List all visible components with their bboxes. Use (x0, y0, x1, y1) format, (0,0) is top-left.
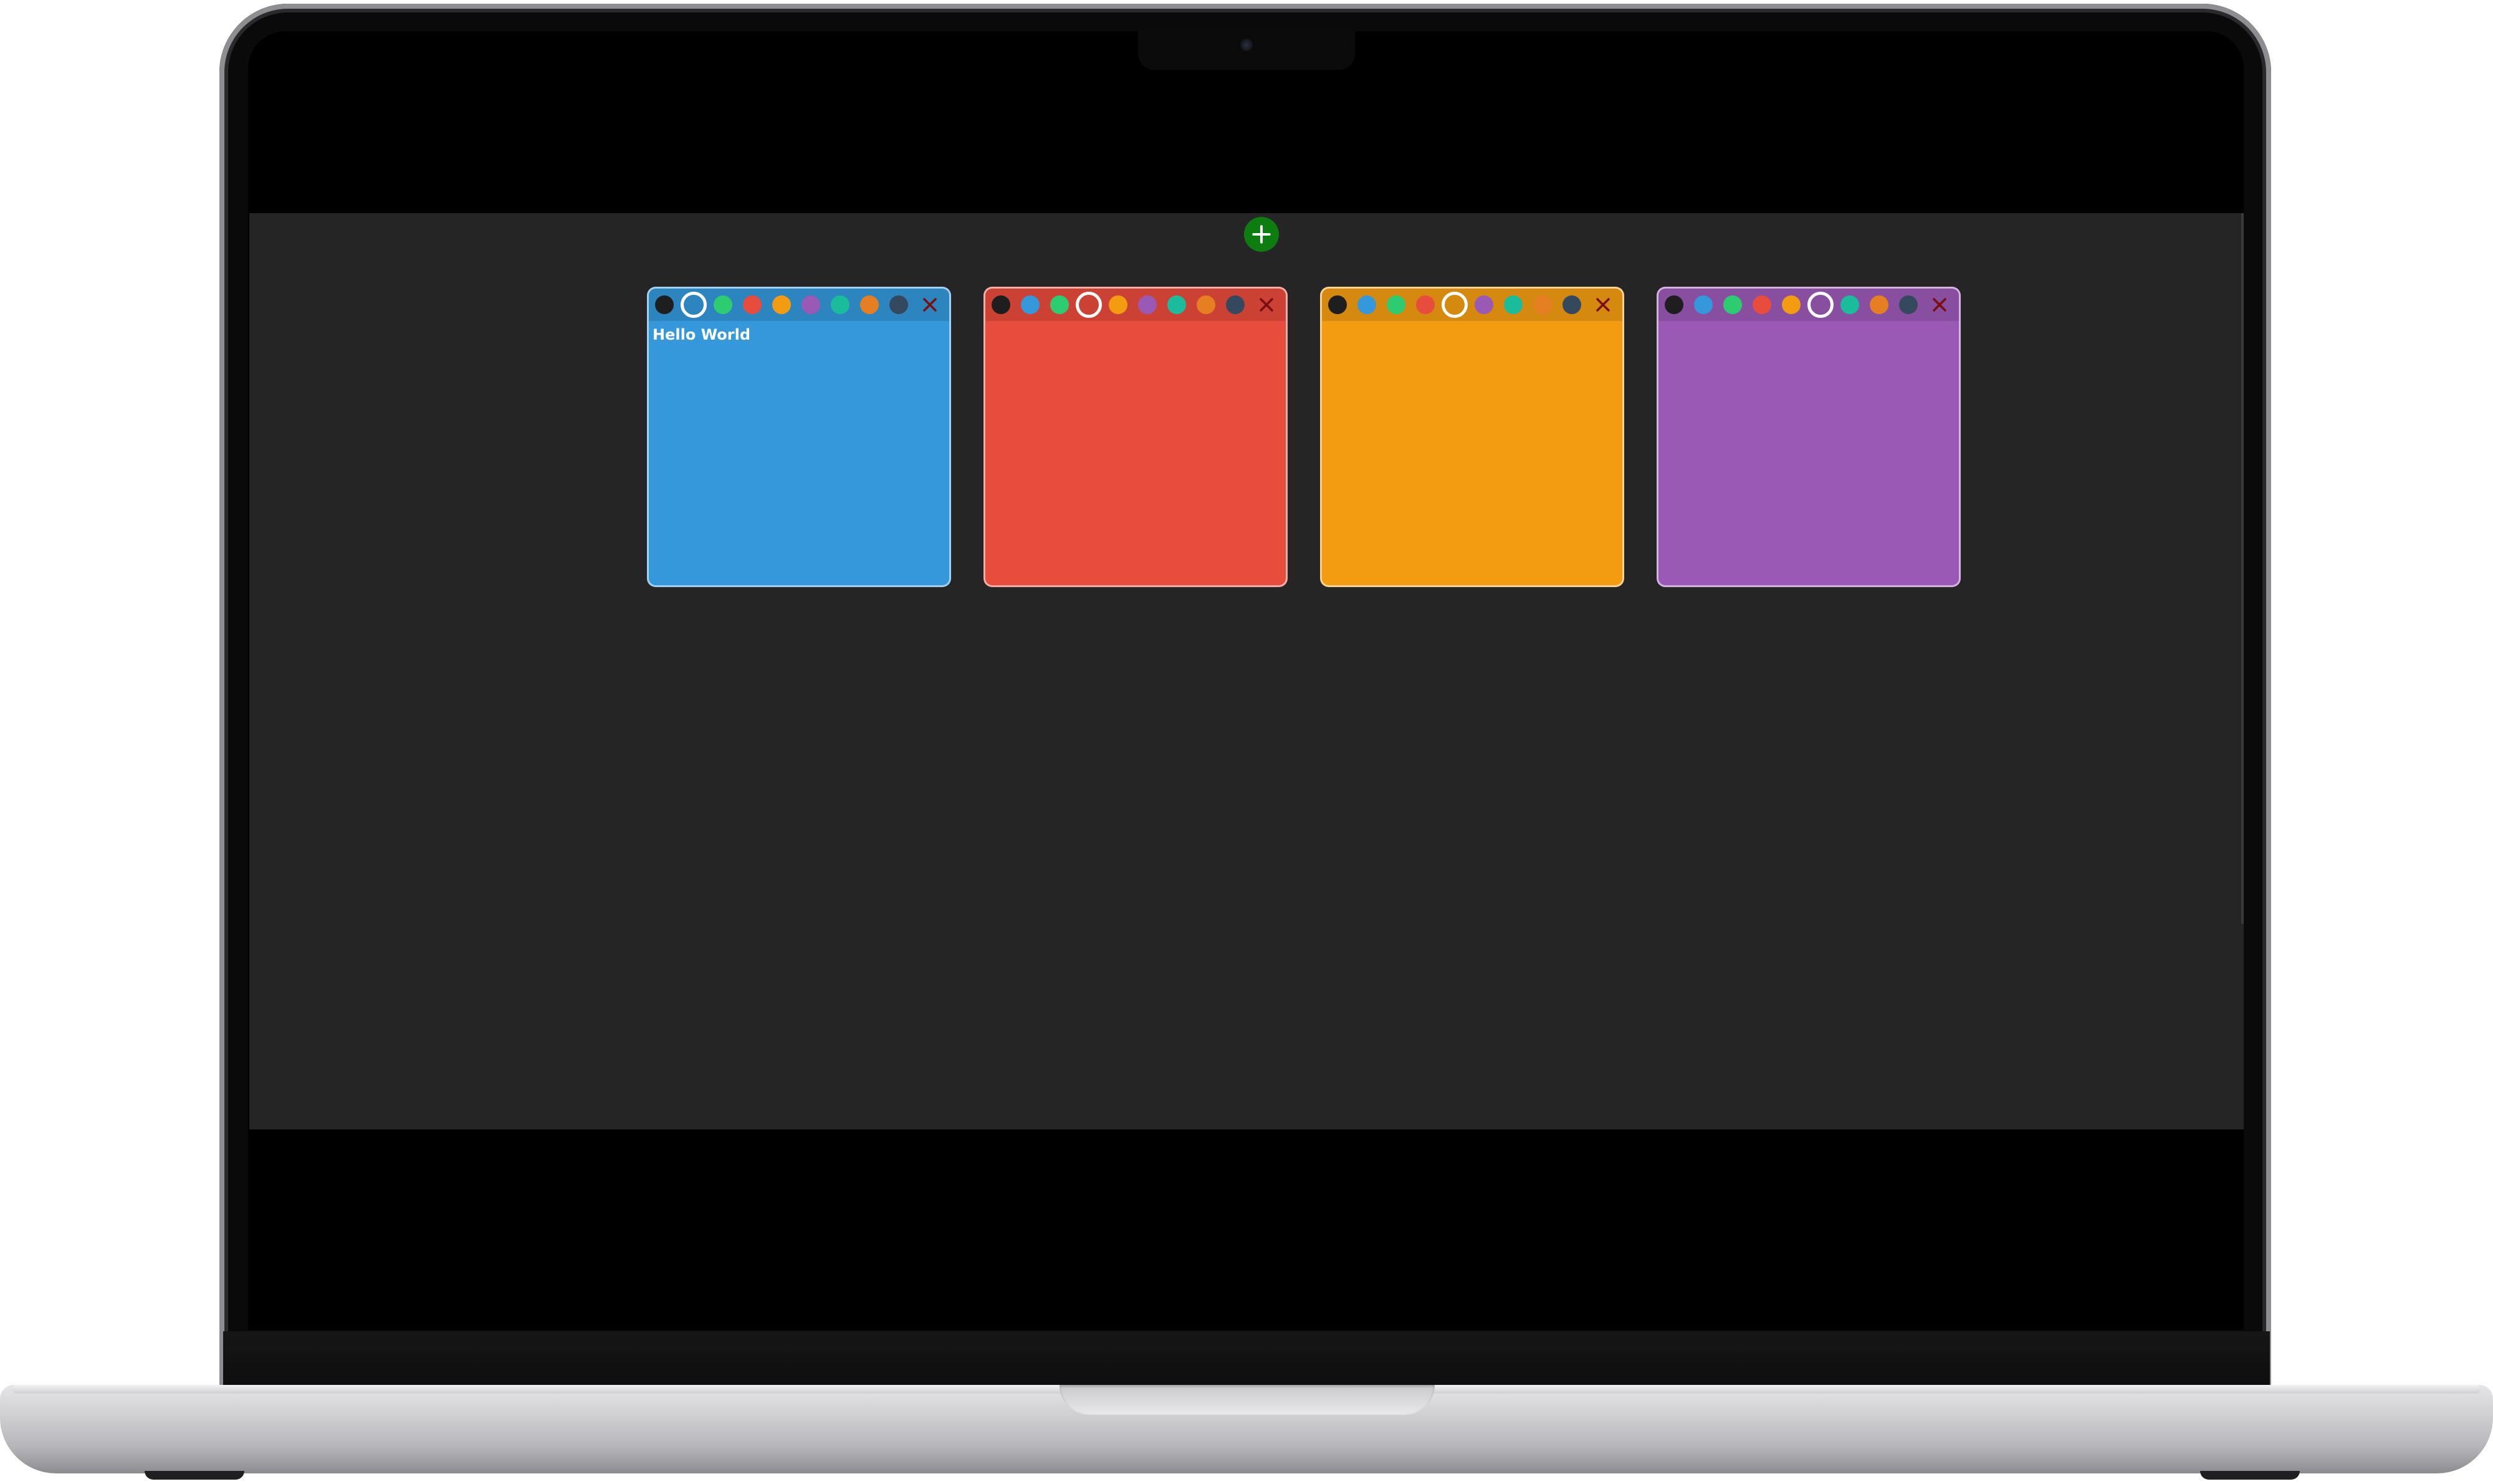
color-swatch-yellow[interactable] (1442, 292, 1468, 318)
color-swatch-green[interactable] (714, 295, 732, 314)
color-swatch-teal[interactable] (1167, 295, 1186, 314)
color-swatch-green[interactable] (1723, 295, 1742, 314)
color-swatch-blue[interactable] (1021, 295, 1040, 314)
laptop-thumb-notch (1060, 1385, 1435, 1415)
color-swatch-blue[interactable] (1357, 295, 1376, 314)
color-swatch-orange[interactable] (860, 295, 879, 314)
laptop-foot-right (2200, 1471, 2300, 1480)
color-swatch-purple[interactable] (1138, 295, 1157, 314)
close-icon[interactable] (1928, 294, 1951, 316)
color-swatch-teal[interactable] (1840, 295, 1859, 314)
color-swatch-red[interactable] (1076, 292, 1102, 318)
color-swatch-black[interactable] (992, 295, 1010, 314)
color-swatch-black[interactable] (655, 295, 674, 314)
color-swatch-orange[interactable] (1870, 295, 1888, 314)
note-toolbar (1322, 289, 1622, 321)
color-swatch-red[interactable] (1416, 295, 1435, 314)
color-swatch-navy[interactable] (1226, 295, 1245, 314)
color-swatch-orange[interactable] (1533, 295, 1552, 314)
note-toolbar (649, 289, 949, 321)
laptop-foot-left (145, 1471, 244, 1480)
color-swatch-red[interactable] (1753, 295, 1771, 314)
note-toolbar (985, 289, 1286, 321)
color-swatch-orange[interactable] (1197, 295, 1215, 314)
laptop-hinge (223, 1331, 2270, 1386)
close-icon[interactable] (919, 294, 941, 316)
plus-icon (1252, 225, 1271, 244)
color-swatch-yellow[interactable] (1782, 295, 1801, 314)
note-toolbar (1658, 289, 1959, 321)
color-swatch-green[interactable] (1387, 295, 1405, 314)
color-swatch-purple[interactable] (1807, 292, 1834, 318)
color-swatch-purple[interactable] (1475, 295, 1493, 314)
sticky-note[interactable] (983, 287, 1288, 587)
color-swatch-black[interactable] (1328, 295, 1347, 314)
note-text[interactable]: Hello World (649, 321, 949, 568)
scrollbar[interactable] (2241, 213, 2244, 924)
note-text[interactable] (1322, 321, 1622, 568)
camera-icon (1240, 39, 1253, 51)
color-swatch-green[interactable] (1050, 295, 1069, 314)
close-icon[interactable] (1255, 294, 1278, 316)
note-text[interactable] (985, 321, 1286, 568)
note-text[interactable] (1658, 321, 1959, 568)
color-swatch-navy[interactable] (889, 295, 908, 314)
color-swatch-black[interactable] (1665, 295, 1683, 314)
sticky-note[interactable] (1320, 287, 1624, 587)
sticky-note[interactable]: Hello World (647, 287, 951, 587)
color-swatch-yellow[interactable] (1109, 295, 1127, 314)
color-swatch-teal[interactable] (1504, 295, 1523, 314)
close-icon[interactable] (1592, 294, 1614, 316)
color-swatch-teal[interactable] (831, 295, 849, 314)
sticky-notes-app: Hello World (249, 213, 2244, 1129)
color-swatch-red[interactable] (743, 295, 762, 314)
color-swatch-blue[interactable] (1694, 295, 1713, 314)
color-swatch-purple[interactable] (801, 295, 820, 314)
sticky-note[interactable] (1657, 287, 1961, 587)
color-swatch-blue[interactable] (681, 292, 707, 318)
add-note-button[interactable] (1244, 217, 1279, 252)
laptop-mockup: Hello World (0, 0, 2493, 1484)
color-swatch-navy[interactable] (1899, 295, 1918, 314)
color-swatch-yellow[interactable] (772, 295, 791, 314)
color-swatch-navy[interactable] (1562, 295, 1581, 314)
